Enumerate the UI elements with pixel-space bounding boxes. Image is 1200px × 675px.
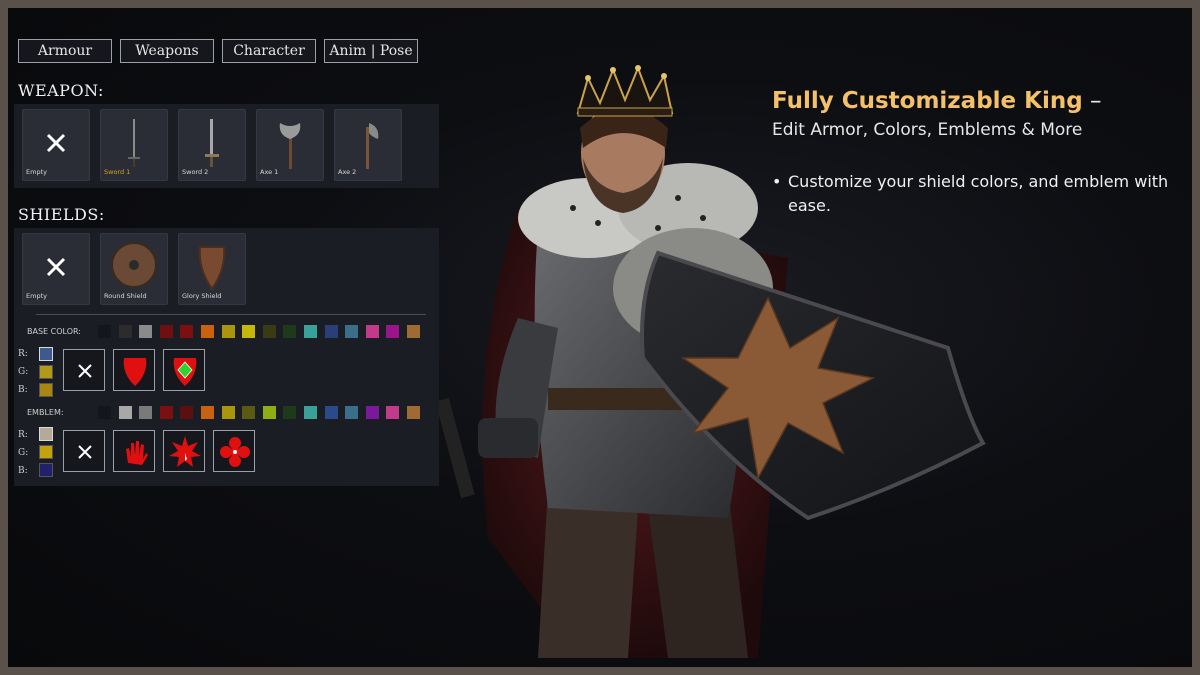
emblem-r-label: R: [18,430,28,440]
weapon-panel: Empty Sword 1 Sword 2 Axe 1 Axe 2 [14,104,439,188]
promo-bullet: • Customize your shield colors, and emble… [772,170,1172,218]
tab-anim-pose[interactable]: Anim | Pose [324,39,418,63]
tab-armour[interactable]: Armour [18,39,112,63]
shields-section-title: SHIELDS: [18,205,105,224]
shield-diamond-icon [173,358,197,386]
none-icon [78,364,92,378]
weapon-slot-axe-2[interactable]: Axe 2 [334,109,402,181]
weapon-slot-sword-2[interactable]: Sword 2 [178,109,246,181]
emblem-g-channel-swatch[interactable] [39,445,53,459]
flower-emblem-icon [220,437,250,467]
base-color-swatch[interactable] [304,325,317,338]
base-color-swatch[interactable] [201,325,214,338]
top-tab-bar: Armour Weapons Character Anim | Pose [18,39,418,63]
emblem-color-swatch[interactable] [262,406,276,419]
none-icon [78,445,92,459]
tab-weapons[interactable]: Weapons [120,39,214,63]
slot-label: Sword 2 [182,168,209,176]
emblem-color-swatch[interactable] [201,406,214,419]
base-pattern-none-button[interactable] [63,349,105,391]
base-color-swatch[interactable] [118,325,132,338]
weapon-slot-axe-1[interactable]: Axe 1 [256,109,324,181]
base-pattern-shield-red-button[interactable] [113,349,155,391]
emblem-color-swatch[interactable] [242,406,256,419]
base-b-label: B: [18,385,28,395]
bullet-text: Customize your shield colors, and emblem… [788,172,1169,215]
base-b-channel-swatch[interactable] [39,383,53,397]
emblem-color-swatch[interactable] [180,406,194,419]
divider [36,314,426,315]
base-color-swatch[interactable] [262,325,276,338]
shield-slot-glory[interactable]: Glory Shield [178,233,246,305]
base-r-label: R: [18,349,28,359]
emblem-b-channel-swatch[interactable] [39,463,53,477]
base-pattern-shield-diamond-button[interactable] [163,349,205,391]
weapon-slot-sword-1[interactable]: Sword 1 [100,109,168,181]
emblem-r-channel-swatch[interactable] [39,427,53,441]
emblem-color-swatch[interactable] [118,406,132,419]
promo-subhead: Edit Armor, Colors, Emblems & More [772,120,1083,140]
emblem-g-label: G: [18,448,29,458]
shields-panel: Empty Round Shield Glory Shield BASE COL… [14,228,439,486]
emblem-b-label: B: [18,466,28,476]
emblem-color-swatch[interactable] [345,406,359,419]
base-color-swatch[interactable] [283,325,297,338]
slot-label: Glory Shield [182,292,222,300]
shield-slot-empty[interactable]: Empty [22,233,90,305]
emblem-color-swatch[interactable] [139,406,153,419]
base-color-swatch[interactable] [386,325,400,338]
emblem-label: EMBLEM: [27,408,64,417]
base-color-swatch[interactable] [159,325,173,338]
emblem-color-swatch[interactable] [407,406,420,419]
slot-label: Empty [26,292,47,300]
app-frame: Armour Weapons Character Anim | Pose WEA… [8,8,1192,667]
base-color-swatch[interactable] [139,325,153,338]
emblem-color-swatch[interactable] [365,406,379,419]
base-color-swatch[interactable] [180,325,194,338]
slot-label: Empty [26,168,47,176]
slot-label: Sword 1 [104,168,131,176]
base-color-swatch[interactable] [407,325,420,338]
base-g-channel-swatch[interactable] [39,365,53,379]
base-r-channel-swatch[interactable] [39,347,53,361]
headline-text: Fully Customizable King [772,88,1083,114]
weapon-slot-empty[interactable]: Empty [22,109,90,181]
emblem-star-button[interactable] [163,430,205,472]
base-g-label: G: [18,367,29,377]
emblem-color-swatch[interactable] [159,406,173,419]
base-color-swatch[interactable] [221,325,235,338]
emblem-color-swatch[interactable] [324,406,338,419]
base-color-label: BASE COLOR: [27,327,81,336]
slot-label: Axe 1 [260,168,279,176]
base-color-swatch[interactable] [98,325,111,338]
emblem-none-button[interactable] [63,430,105,472]
base-color-swatch[interactable] [242,325,256,338]
base-color-swatch[interactable] [345,325,359,338]
slot-label: Round Shield [104,292,147,300]
headline-dash: – [1082,88,1102,114]
star-emblem-icon [169,436,201,467]
base-color-swatch[interactable] [324,325,338,338]
hand-emblem-icon [126,441,148,465]
emblem-color-swatch[interactable] [304,406,317,419]
emblem-color-swatch[interactable] [221,406,235,419]
tab-character[interactable]: Character [222,39,316,63]
bullet-dot: • [772,172,782,191]
slot-label: Axe 2 [338,168,357,176]
promo-headline: Fully Customizable King – [772,88,1102,114]
shield-red-icon [123,358,147,386]
emblem-hand-button[interactable] [113,430,155,472]
base-color-swatch[interactable] [365,325,379,338]
emblem-flower-button[interactable] [213,430,255,472]
weapon-section-title: WEAPON: [18,81,104,100]
emblem-color-swatch[interactable] [386,406,400,419]
king-character-illustration [435,65,986,658]
shield-slot-round[interactable]: Round Shield [100,233,168,305]
emblem-color-swatch[interactable] [283,406,297,419]
emblem-color-swatch[interactable] [98,406,111,419]
